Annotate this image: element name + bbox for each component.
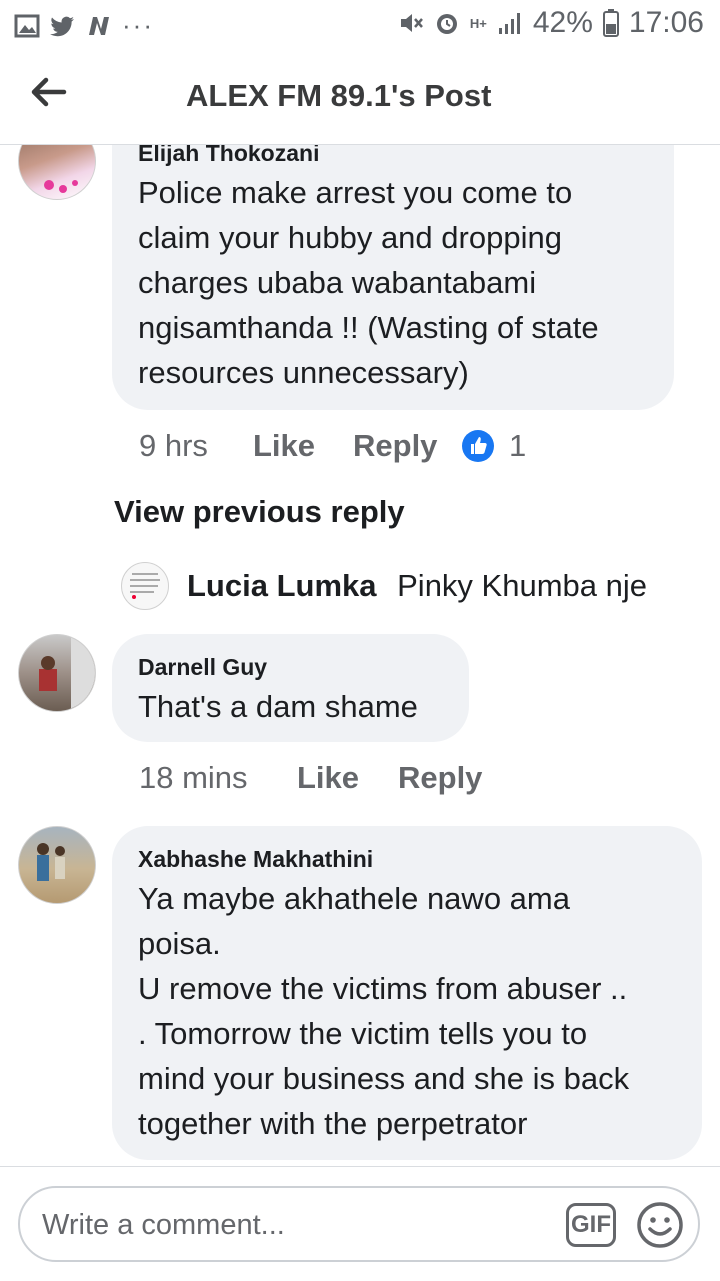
avatar[interactable] <box>18 826 96 904</box>
commenter-name[interactable]: Xabhashe Makhathini <box>138 846 373 873</box>
mute-icon <box>400 14 423 32</box>
emoji-icon[interactable] <box>636 1201 684 1249</box>
like-button[interactable]: Like <box>297 760 398 796</box>
avatar[interactable] <box>18 634 96 712</box>
comment-meta: 9 hrs Like Reply 1 <box>139 428 526 464</box>
clock: 17:06 <box>628 6 704 39</box>
comment-line: claim your hubby and dropping <box>138 220 562 255</box>
reply-text: Pinky Khumba nje <box>397 568 647 603</box>
comment-text: Ya maybe akhathele nawo ama poisa. U rem… <box>138 876 698 1146</box>
avatar-person <box>39 635 95 711</box>
comment-line: ngisamthanda !! (Wasting of state <box>138 310 599 345</box>
avatar[interactable] <box>121 562 169 610</box>
comment-bubble[interactable]: Xabhashe Makhathini Ya maybe akhathele n… <box>112 826 702 1160</box>
avatar-people <box>37 843 65 881</box>
status-left-icons: ··· <box>14 10 154 41</box>
comment-time: 9 hrs <box>139 428 208 463</box>
twitter-icon <box>50 16 74 36</box>
view-previous-reply-link[interactable]: View previous reply <box>114 494 405 530</box>
alarm-icon <box>436 14 457 34</box>
more-dots-icon: ··· <box>122 10 154 40</box>
status-bar: ··· H+ 42% 17:06 <box>0 0 720 48</box>
like-button[interactable]: Like <box>253 428 353 464</box>
battery-percent: 42% <box>532 6 593 39</box>
news-icon <box>89 16 109 35</box>
comment-line: Police make arrest you come to <box>138 175 573 210</box>
comment-line: . Tomorrow the victim tells you to <box>138 1016 588 1051</box>
status-right-icons: H+ 42% 17:06 <box>398 6 704 40</box>
comment-input[interactable] <box>40 1202 544 1248</box>
comment-line: charges ubaba wabantabami <box>138 265 537 300</box>
comment-line: resources unnecessary) <box>138 355 469 390</box>
comment-bubble[interactable]: Elijah Thokozani Police make arrest you … <box>112 100 674 410</box>
comment-text: That's a dam shame <box>138 689 418 724</box>
like-reaction-icon <box>462 430 494 462</box>
avatar-text-image <box>130 573 160 599</box>
battery-icon <box>602 9 619 37</box>
comment-time: 18 mins <box>139 760 248 795</box>
comment-text: Police make arrest you come to claim you… <box>138 170 668 395</box>
comment-bubble[interactable]: Darnell Guy That's a dam shame <box>112 634 469 742</box>
reaction-count: 1 <box>509 428 527 463</box>
comment-line: mind your business and she is back <box>138 1061 630 1096</box>
gif-button[interactable]: GIF <box>566 1203 616 1247</box>
reply-button[interactable]: Reply <box>353 428 461 464</box>
network-type: H+ <box>469 15 487 31</box>
signal-icon <box>498 13 520 34</box>
header-title-overlay: ALEX FM 89.1's Post <box>0 48 720 144</box>
comment-line: poisa. <box>138 926 221 961</box>
collapsed-reply[interactable]: Lucia Lumka Pinky Khumba nje <box>187 568 647 604</box>
comment-line: U remove the victims from abuser .. <box>138 971 628 1006</box>
reply-button[interactable]: Reply <box>398 760 482 796</box>
commenter-name[interactable]: Darnell Guy <box>138 654 267 681</box>
page-title: ALEX FM 89.1's Post <box>186 78 492 113</box>
gallery-icon <box>14 14 40 37</box>
comment-meta: 18 mins Like Reply <box>139 760 482 796</box>
back-arrow-icon[interactable] <box>28 72 68 112</box>
reply-author[interactable]: Lucia Lumka <box>187 568 377 603</box>
comment-line: Ya maybe akhathele nawo ama <box>138 881 570 916</box>
comment-line: together with the perpetrator <box>138 1106 528 1141</box>
